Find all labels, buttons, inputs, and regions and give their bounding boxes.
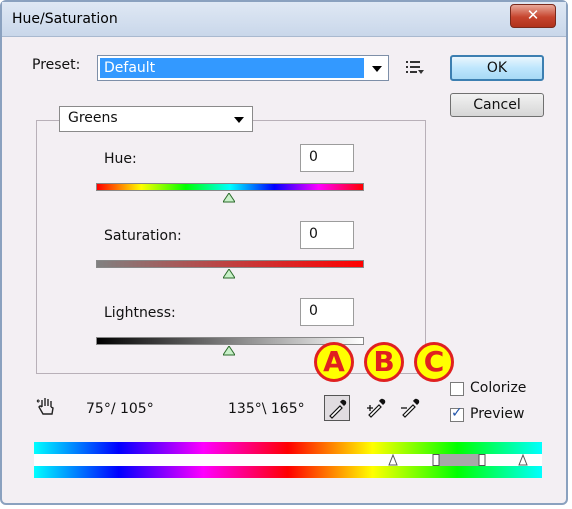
- range-fill[interactable]: [436, 454, 482, 466]
- chevron-down-icon: [234, 117, 244, 123]
- preview-label: Preview: [470, 406, 525, 422]
- range-right-handle[interactable]: [478, 454, 486, 466]
- preview-checkbox[interactable]: [450, 405, 464, 422]
- hue-saturation-dialog: Hue/Saturation ✕ Preset: Default OK Canc…: [0, 0, 568, 505]
- preset-selected-value: Default: [100, 58, 364, 78]
- eyedropper-minus-icon: [401, 398, 420, 418]
- colorize-checkbox[interactable]: [450, 382, 464, 396]
- preset-dropdown[interactable]: Default: [97, 55, 389, 81]
- saturation-slider-track[interactable]: [96, 260, 364, 268]
- eyedropper-tool[interactable]: [324, 395, 350, 421]
- range-left-value: 75°/ 105°: [86, 401, 154, 417]
- title-bar: Hue/Saturation ✕: [2, 2, 566, 37]
- input-color-bar: [34, 442, 542, 454]
- annotation-badge-a: A: [314, 342, 354, 382]
- preset-options-icon[interactable]: [406, 59, 424, 75]
- saturation-slider-thumb[interactable]: [223, 269, 235, 279]
- lightness-slider-thumb[interactable]: [223, 346, 235, 356]
- add-to-sample-tool[interactable]: [364, 395, 390, 421]
- close-button[interactable]: ✕: [510, 4, 556, 28]
- channel-dropdown[interactable]: Greens: [59, 106, 253, 132]
- annotation-badge-b: B: [364, 342, 404, 382]
- subtract-from-sample-tool[interactable]: [398, 395, 424, 421]
- colorize-label: Colorize: [470, 380, 527, 396]
- channel-selected-value: Greens: [68, 110, 118, 126]
- saturation-label: Saturation:: [104, 228, 182, 244]
- range-right-value: 135°\ 165°: [228, 401, 305, 417]
- adjustment-group: [36, 120, 426, 374]
- lightness-label: Lightness:: [104, 305, 176, 321]
- hue-label: Hue:: [104, 151, 137, 167]
- dialog-title: Hue/Saturation: [12, 11, 118, 27]
- on-image-adjustment-hand-icon[interactable]: [36, 395, 58, 417]
- eyedropper-plus-icon: [367, 398, 386, 418]
- range-left-falloff-handle[interactable]: [388, 454, 398, 466]
- cancel-button[interactable]: Cancel: [450, 93, 544, 117]
- hue-input[interactable]: 0: [300, 144, 354, 172]
- range-left-handle[interactable]: [432, 454, 440, 466]
- ok-button[interactable]: OK: [450, 55, 544, 81]
- lightness-input[interactable]: 0: [300, 298, 354, 326]
- saturation-input[interactable]: 0: [300, 221, 354, 249]
- preset-label: Preset:: [32, 57, 81, 73]
- chevron-down-icon: [372, 66, 382, 72]
- hue-slider-thumb[interactable]: [223, 193, 235, 203]
- eyedropper-icon: [329, 399, 347, 419]
- output-color-bar: [34, 466, 542, 478]
- annotation-badge-c: C: [414, 342, 454, 382]
- range-right-falloff-handle[interactable]: [518, 454, 528, 466]
- hue-slider-track[interactable]: [96, 183, 364, 191]
